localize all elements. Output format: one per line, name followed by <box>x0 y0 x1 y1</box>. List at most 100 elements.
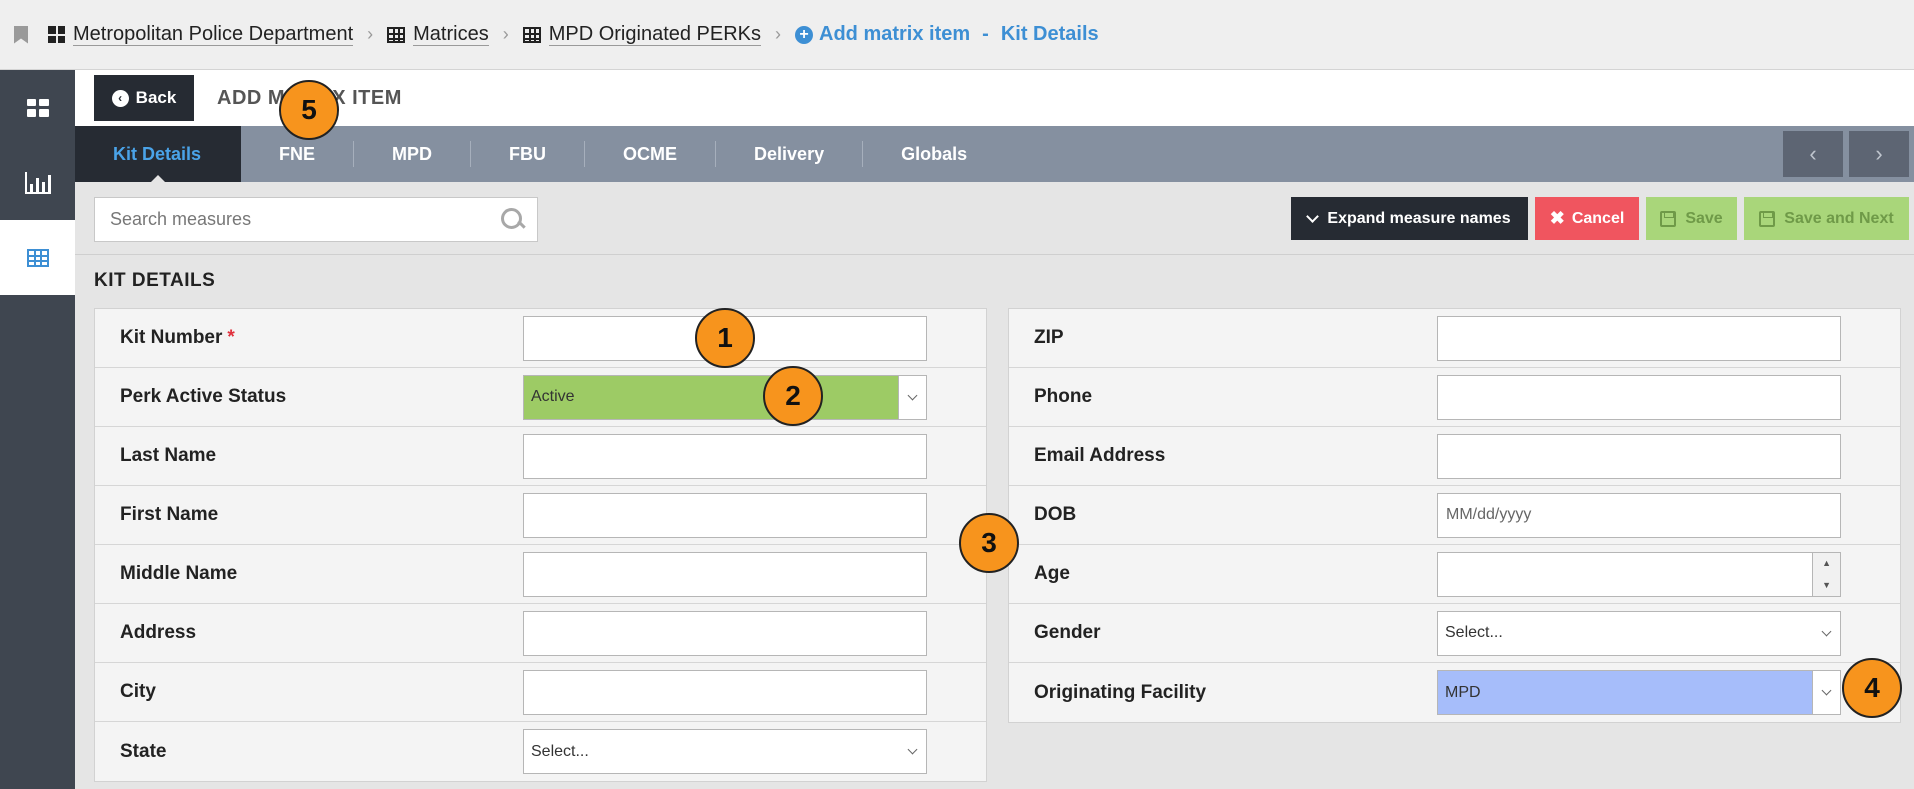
search-box <box>94 197 538 242</box>
field-label: City <box>120 681 156 702</box>
expand-label: Expand measure names <box>1327 209 1511 227</box>
expand-measure-names-button[interactable]: Expand measure names <box>1291 197 1528 240</box>
address-field <box>523 610 927 656</box>
field-label: State <box>120 740 167 762</box>
annotation-marker-3: 3 <box>959 513 1019 573</box>
perk-active-status-select[interactable]: Active <box>523 374 927 420</box>
breadcrumb: Metropolitan Police Department › Matrice… <box>0 0 1914 70</box>
bookmark-icon[interactable] <box>14 25 28 44</box>
age-field: ▲ ▼ <box>1437 551 1841 597</box>
save-next-label: Save and Next <box>1784 209 1894 227</box>
age-stepper[interactable]: ▲ ▼ <box>1812 552 1840 596</box>
label-text: Kit Number <box>120 327 223 348</box>
dob-field <box>1437 492 1841 538</box>
tab-globals[interactable]: Globals <box>863 126 1005 182</box>
tab-scroll-left-button[interactable]: ‹ <box>1783 131 1843 177</box>
annotation-marker-4: 4 <box>1842 658 1902 718</box>
state-select[interactable]: Select... <box>523 729 927 774</box>
search-input[interactable] <box>95 198 497 241</box>
close-icon: ✖ <box>1549 208 1565 228</box>
breadcrumb-current-label: Add matrix item <box>819 23 971 45</box>
address-input[interactable] <box>524 611 926 655</box>
tab-scroll-right-button[interactable]: › <box>1849 131 1909 177</box>
tab-ocme[interactable]: OCME <box>585 126 715 182</box>
email-input[interactable] <box>1438 434 1840 478</box>
form-row-originating-facility: Originating Facility MPD <box>1009 663 1900 722</box>
tab-scroll-controls: ‹ › <box>1783 131 1909 177</box>
save-label: Save <box>1685 209 1723 227</box>
back-button[interactable]: ‹ Back <box>94 75 194 121</box>
tab-fbu[interactable]: FBU <box>471 126 584 182</box>
form-row-dob: DOB <box>1009 486 1900 545</box>
back-arrow-icon: ‹ <box>111 89 129 107</box>
field-label: First Name <box>120 504 219 525</box>
chevron-left-icon: ‹ <box>1809 141 1817 166</box>
first-name-field <box>523 492 927 538</box>
required-marker: * <box>227 327 235 348</box>
tab-kit-details[interactable]: Kit Details <box>75 126 242 182</box>
dashboard-icon <box>26 98 49 117</box>
chevron-down-icon <box>1812 671 1840 714</box>
chevron-down-icon <box>1812 612 1840 655</box>
breadcrumb-item-organization[interactable]: Metropolitan Police Department <box>48 23 354 46</box>
search-icon[interactable] <box>497 205 527 235</box>
save-button[interactable]: Save <box>1646 197 1737 240</box>
sidebar-item-matrices[interactable] <box>0 220 75 295</box>
sidebar-item-dashboard[interactable] <box>0 70 75 145</box>
form-row-phone: Phone <box>1009 368 1900 427</box>
sidebar <box>0 70 75 789</box>
bar-chart-icon <box>24 171 51 194</box>
breadcrumb-current: + Add matrix item - Kit Details <box>795 23 1099 46</box>
toolbar: Expand measure names ✖ Cancel Save Save … <box>75 182 1914 255</box>
field-label: Perk Active Status <box>120 386 287 407</box>
title-bar: ‹ Back ADD MATRIX ITEM <box>75 70 1914 126</box>
field-label: Originating Facility <box>1034 681 1207 703</box>
select-value: MPD <box>1445 683 1481 701</box>
plus-circle-icon: + <box>795 25 814 44</box>
chevron-right-icon: › <box>367 24 374 44</box>
form-row-kit-number: Kit Number * <box>95 309 986 368</box>
stepper-down-icon[interactable]: ▼ <box>1813 574 1840 596</box>
last-name-field <box>523 433 927 479</box>
last-name-input[interactable] <box>524 434 926 478</box>
form-row-city: City <box>95 663 986 722</box>
breadcrumb-item-matrices[interactable]: Matrices <box>387 23 489 46</box>
city-input[interactable] <box>524 670 926 714</box>
breadcrumb-label: MPD Originated PERKs <box>548 23 762 46</box>
breadcrumb-current-section: Kit Details <box>1000 23 1099 45</box>
section-title: KIT DETAILS <box>94 270 216 291</box>
tab-delivery[interactable]: Delivery <box>716 126 862 182</box>
field-label: Age <box>1034 563 1070 584</box>
middle-name-input[interactable] <box>524 552 926 596</box>
floppy-disk-icon <box>1759 210 1776 227</box>
select-value: Active <box>531 388 575 405</box>
tab-bar: Kit Details FNE MPD FBU OCME Delivery Gl… <box>75 126 1914 182</box>
breadcrumb-item-matrix[interactable]: MPD Originated PERKs <box>522 23 762 46</box>
select-value: Select... <box>1445 624 1503 641</box>
save-and-next-button[interactable]: Save and Next <box>1744 197 1909 240</box>
email-field <box>1437 433 1841 479</box>
field-label: Phone <box>1034 386 1093 407</box>
form-row-perk-active-status: Perk Active Status Active <box>95 368 986 427</box>
phone-input[interactable] <box>1438 375 1840 419</box>
cancel-button[interactable]: ✖ Cancel <box>1535 197 1639 240</box>
field-label: Email Address <box>1034 445 1166 466</box>
age-input[interactable] <box>1438 552 1813 596</box>
sidebar-item-reports[interactable] <box>0 145 75 220</box>
chevron-down-icon <box>1306 209 1320 223</box>
dob-input[interactable] <box>1438 493 1840 537</box>
stepper-up-icon[interactable]: ▲ <box>1813 553 1840 575</box>
cancel-label: Cancel <box>1571 209 1625 227</box>
select-value: Select... <box>531 742 589 760</box>
zip-input[interactable] <box>1438 316 1840 360</box>
table-icon <box>387 26 406 43</box>
annotation-marker-5: 5 <box>279 80 339 140</box>
gender-select[interactable]: Select... <box>1437 610 1841 656</box>
annotation-marker-2: 2 <box>763 366 823 426</box>
tab-mpd[interactable]: MPD <box>354 126 470 182</box>
form-row-email: Email Address <box>1009 427 1900 486</box>
main-content: ‹ Back ADD MATRIX ITEM Kit Details FNE M… <box>75 70 1914 789</box>
originating-facility-select[interactable]: MPD <box>1437 670 1841 715</box>
first-name-input[interactable] <box>524 493 926 537</box>
table-icon <box>522 26 541 43</box>
